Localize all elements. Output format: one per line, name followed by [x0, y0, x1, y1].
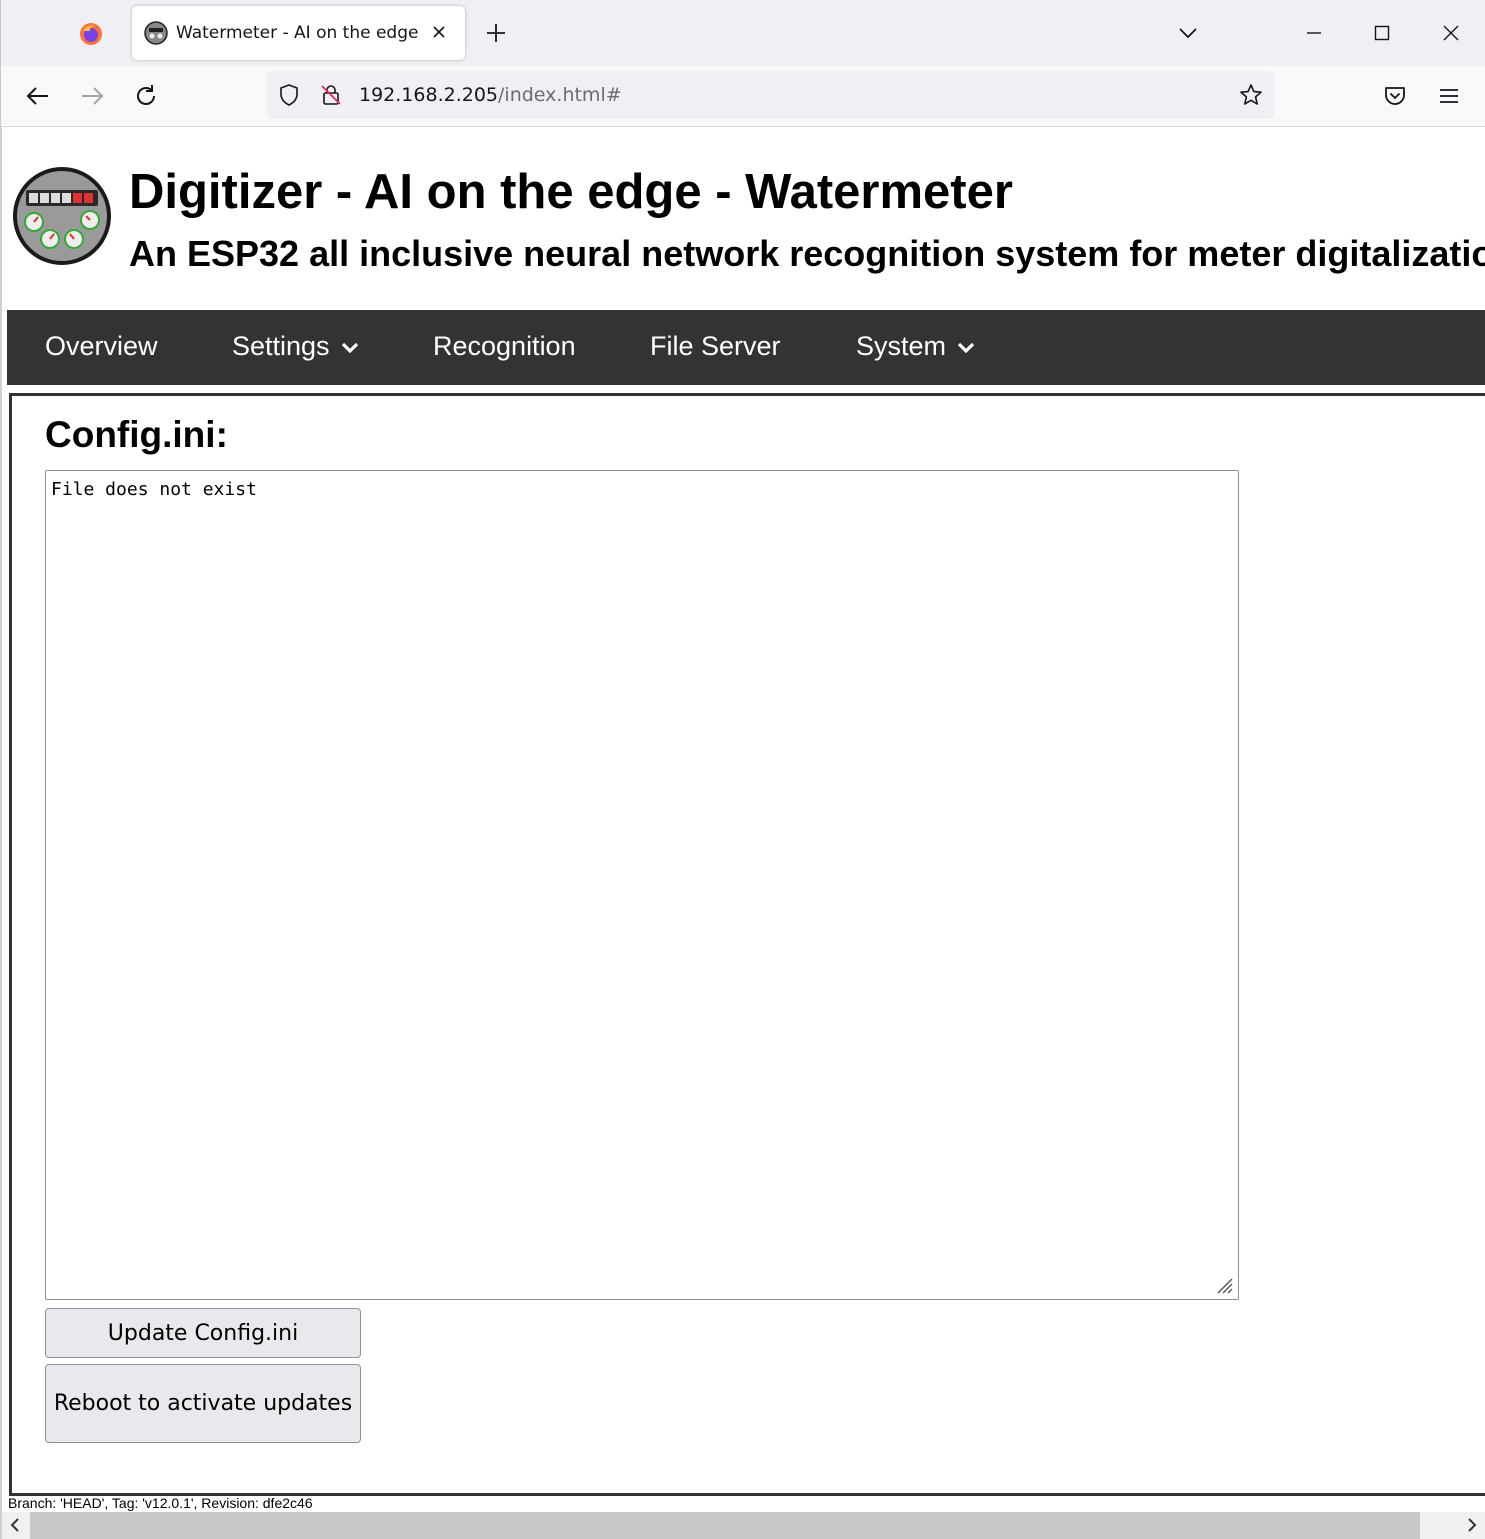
page-viewport: Digitizer - AI on the edge - Watermeter …	[0, 127, 1485, 1539]
version-info: Branch: 'HEAD', Tag: 'v12.0.1', Revision…	[8, 1495, 313, 1511]
reboot-button[interactable]: Reboot to activate updates	[45, 1364, 361, 1443]
update-config-button[interactable]: Update Config.ini	[45, 1308, 361, 1358]
main-navigation: Overview Settings Recognition File Serve…	[7, 310, 1485, 385]
nav-overview[interactable]: Overview	[45, 331, 158, 362]
chevron-down-icon	[957, 342, 975, 354]
url-text[interactable]: 192.168.2.205/index.html#	[359, 84, 622, 106]
config-heading: Config.ini:	[45, 414, 228, 455]
url-path: /index.html#	[498, 84, 622, 106]
reload-icon[interactable]	[132, 82, 160, 110]
browser-navigation-bar: 192.168.2.205/index.html#	[0, 66, 1485, 127]
nav-system-label: System	[856, 331, 947, 361]
minimize-window-icon[interactable]	[1299, 18, 1329, 48]
nav-settings-label: Settings	[232, 331, 330, 361]
insecure-lock-icon[interactable]	[319, 83, 343, 107]
back-icon[interactable]	[24, 82, 52, 110]
new-tab-icon[interactable]	[483, 20, 509, 46]
scrollbar-thumb[interactable]	[30, 1512, 1420, 1539]
page-title: Digitizer - AI on the edge - Watermeter	[129, 165, 1013, 219]
config-panel: Config.ini: File does not exist Update C…	[9, 393, 1485, 1496]
url-host: 192.168.2.205	[359, 84, 499, 106]
browser-tab-bar: Watermeter - AI on the edge	[0, 0, 1485, 66]
horizontal-scrollbar[interactable]	[2, 1512, 1485, 1539]
nav-file-server[interactable]: File Server	[650, 331, 781, 362]
scroll-left-icon[interactable]	[6, 1516, 24, 1534]
chevron-down-icon	[341, 342, 358, 354]
firefox-icon[interactable]	[79, 22, 103, 46]
close-tab-icon[interactable]	[427, 20, 451, 44]
forward-icon[interactable]	[78, 82, 106, 110]
watermeter-logo	[13, 167, 111, 265]
list-all-tabs-icon[interactable]	[1175, 20, 1201, 46]
page-subtitle: An ESP32 all inclusive neural network re…	[129, 233, 1485, 274]
nav-settings[interactable]: Settings	[232, 331, 360, 362]
tab-title: Watermeter - AI on the edge	[176, 23, 419, 43]
tracking-protection-shield-icon[interactable]	[277, 83, 301, 107]
address-bar[interactable]: 192.168.2.205/index.html#	[267, 71, 1274, 119]
scroll-right-icon[interactable]	[1463, 1516, 1481, 1534]
resize-grip-icon[interactable]	[1212, 1273, 1234, 1295]
active-tab[interactable]: Watermeter - AI on the edge	[132, 6, 465, 60]
bookmark-star-icon[interactable]	[1238, 82, 1264, 108]
watermeter-favicon-icon	[144, 21, 168, 45]
nav-system[interactable]: System	[856, 331, 976, 362]
hamburger-menu-icon[interactable]	[1435, 82, 1463, 110]
nav-recognition[interactable]: Recognition	[433, 331, 576, 362]
maximize-window-icon[interactable]	[1367, 18, 1397, 48]
close-window-icon[interactable]	[1436, 18, 1466, 48]
config-textarea[interactable]: File does not exist	[45, 470, 1239, 1300]
config-content: File does not exist	[51, 479, 257, 500]
pocket-icon[interactable]	[1381, 82, 1409, 110]
